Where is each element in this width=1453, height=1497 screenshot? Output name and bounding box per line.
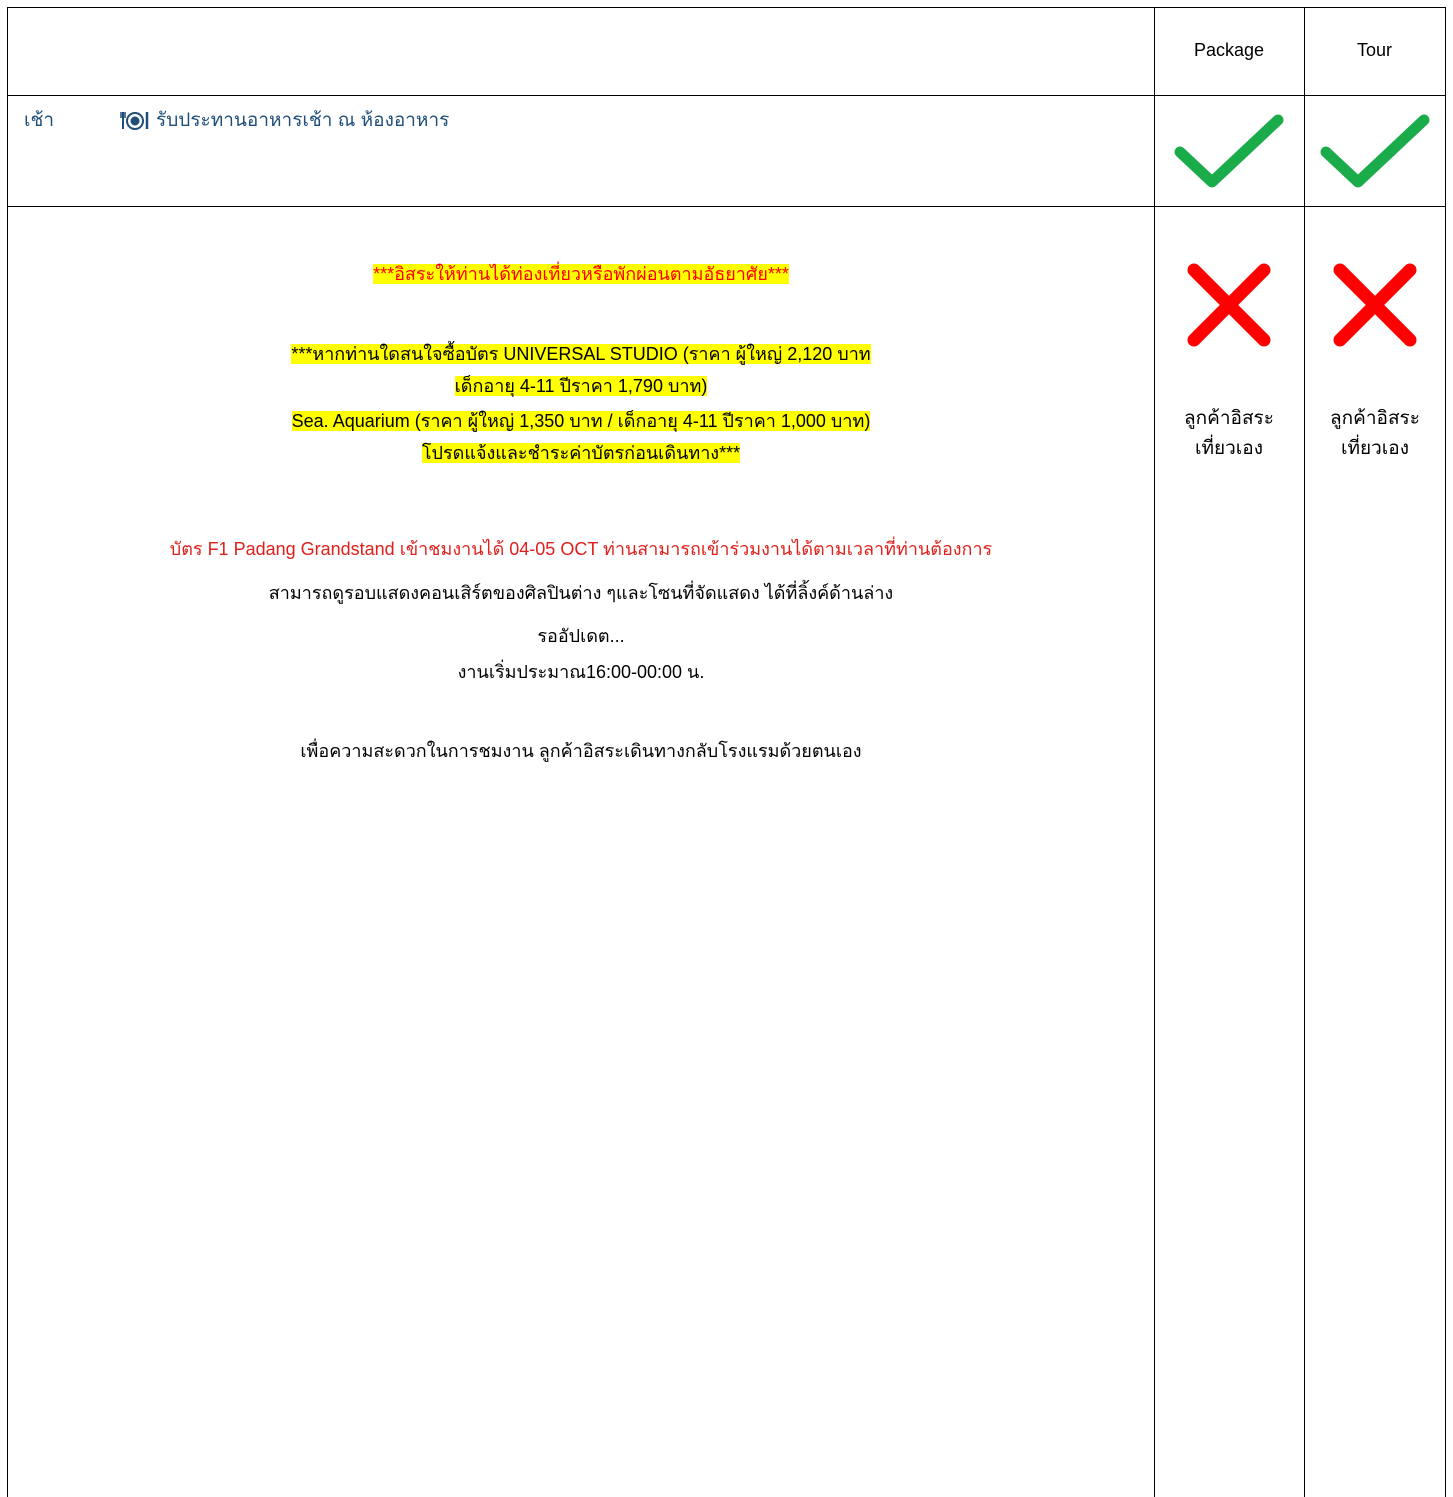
package-note-line-1: ลูกค้าอิสระ: [1184, 408, 1274, 429]
table-border-right: [1445, 7, 1446, 1497]
breakfast-text: รับประทานอาหารเช้า ณ ห้องอาหาร: [156, 110, 450, 131]
header-row-divider: [7, 95, 1446, 96]
package-note: ลูกค้าอิสระ เที่ยวเอง: [1159, 404, 1299, 464]
tour-cross-icon: [1333, 263, 1417, 347]
package-col-divider: [1154, 7, 1155, 1497]
breakfast-time: เช้า: [24, 110, 55, 131]
update-line: รออัปเดต...: [537, 626, 625, 646]
ticket-info-line-3: Sea. Aquarium (ราคา ผู้ใหญ่ 1,350 บาท / …: [291, 411, 871, 431]
concert-schedule-line: สามารถดูรอบแสดงคอนเสิร์ตของศิลปินต่าง ๆแ…: [268, 583, 894, 603]
breakfast-row-divider: [7, 206, 1446, 207]
breakfast-activity: รับประทานอาหารเช้า ณ ห้องอาหาร: [120, 105, 449, 135]
ticket-info-line-1: ***หากท่านใดสนใจซื้อบัตร UNIVERSAL STUDI…: [291, 344, 871, 364]
return-hotel-line: เพื่อความสะดวกในการชมงาน ลูกค้าอิสระเดิน…: [300, 741, 862, 761]
ticket-info-line-4: โปรดแจ้งและชำระค่าบัตรก่อนเดินทาง***: [421, 443, 741, 463]
tour-col-divider: [1304, 7, 1305, 1497]
header-tour: Tour: [1356, 40, 1392, 60]
free-day-headline: ***อิสระให้ท่านได้ท่องเที่ยวหรือพักผ่อนต…: [373, 264, 789, 284]
package-check-icon: [1174, 114, 1284, 188]
header-package: Package: [1193, 40, 1265, 60]
f1-ticket-line: บัตร F1 Padang Grandstand เข้าชมงานได้ 0…: [169, 539, 993, 559]
tour-note-line-1: ลูกค้าอิสระ: [1330, 408, 1420, 429]
tour-check-icon: [1320, 114, 1430, 188]
ticket-info-line-2: เด็กอายุ 4-11 ปีราคา 1,790 บาท): [454, 376, 708, 396]
package-cross-icon: [1187, 263, 1271, 347]
plate-cutlery-icon: [120, 109, 150, 131]
table-border-top: [7, 7, 1446, 8]
tour-note-line-2: เที่ยวเอง: [1340, 438, 1409, 459]
event-time-line: งานเริ่มประมาณ16:00-00:00 น.: [457, 662, 705, 682]
package-note-line-2: เที่ยวเอง: [1194, 438, 1263, 459]
tour-note: ลูกค้าอิสระ เที่ยวเอง: [1305, 404, 1445, 464]
